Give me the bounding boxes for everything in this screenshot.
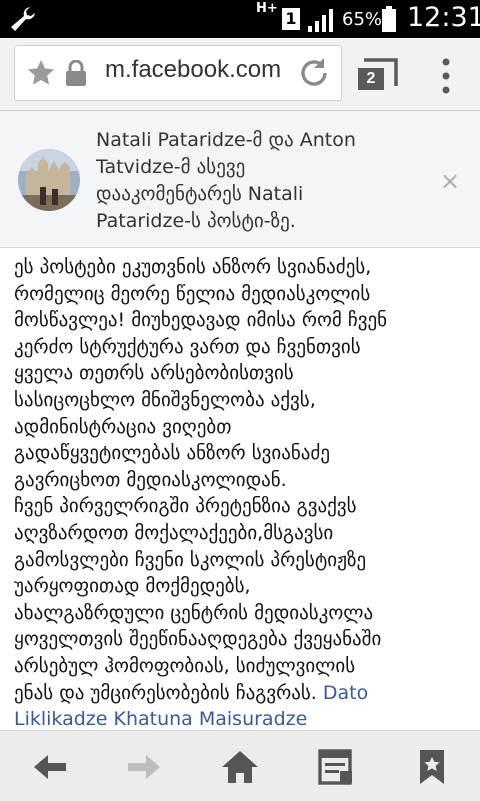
post-line: გავრიცხოთ მედიასკოლიდან. (14, 468, 287, 491)
reader-icon[interactable] (316, 749, 356, 785)
overflow-menu-icon[interactable] (436, 56, 456, 96)
battery-percent: 65% (342, 9, 383, 30)
url-text[interactable]: m.facebook.com (105, 56, 295, 84)
post-line: არსებულ ჰომოფობიას, სიძულვილის (14, 654, 356, 677)
comment-notification[interactable]: Natali Pataridze-მ და Anton Tatvidze-მ ა… (0, 111, 480, 248)
post-line-last: ენას და უმცირესობების ჩაგვრას. Dato (14, 680, 474, 707)
tagged-user-link[interactable]: Dato (323, 682, 368, 704)
notification-line: დააკომენტარეს Natali (96, 183, 304, 205)
post-line: გამოსვლები ჩვენი სკოლის პრესტიჟზე (14, 548, 367, 571)
post-line: ეს პოსტები ეკუთვნის ანზორ სვიანაძეს, (14, 256, 372, 278)
wrench-icon (11, 7, 35, 31)
post-line: უარყოფითად მოქმედებს, (14, 575, 251, 598)
post-line-links: Liklikadze Khatuna Maisuradze (14, 706, 474, 733)
sim-indicator: 1 (282, 8, 300, 30)
post-line: გადაწყვეტილებას ანზორ სვიანაძე (14, 442, 331, 465)
battery-icon (382, 6, 396, 32)
post-line: რომელიც მეორე წელია მედიასკოლის (14, 282, 371, 305)
post-body: ეს პოსტები ეკუთვნის ანზორ სვიანაძეს, რომ… (14, 254, 474, 733)
network-type-indicator: H+ (256, 1, 278, 16)
post-line: მოსწავლეა! მიუხედავად იმისა რომ ჩვენ (14, 309, 388, 332)
post-line: ადმინისტრაცია ვიღებთ (14, 415, 232, 438)
notification-text: Natali Pataridze-მ და Anton Tatvidze-მ ა… (96, 127, 426, 235)
star-icon[interactable] (27, 59, 55, 87)
post-line-text: ენას და უმცირესობების ჩაგვრას. (14, 681, 317, 704)
post-line: აღვზარდოთ მოქალაქეები,მსგავსი (14, 521, 334, 544)
home-icon[interactable] (220, 749, 260, 785)
back-arrow-icon[interactable] (30, 749, 70, 785)
clock: 12:31 (407, 2, 480, 33)
forward-arrow-icon[interactable] (124, 749, 164, 785)
post-line: ახალგაზრდული ცენტრის მედიასკოლა (14, 601, 374, 624)
notification-line: Natali Pataridze-მ და Anton (96, 129, 356, 151)
notification-line: Tatvidze-მ ასევე (96, 156, 246, 178)
browser-toolbar: m.facebook.com 2 (0, 38, 480, 111)
address-bar[interactable]: m.facebook.com (14, 45, 342, 101)
tabs-button[interactable]: 2 (352, 56, 398, 96)
post-line: ყველა თეთრს არსებობისთვის (14, 362, 294, 385)
bookmark-icon[interactable] (412, 749, 452, 785)
status-bar: H+ 1 65% 12:31 (0, 0, 480, 38)
tagged-users-link[interactable]: Liklikadze Khatuna Maisuradze (14, 708, 307, 730)
close-icon[interactable]: × (440, 167, 460, 195)
tab-count: 2 (358, 68, 384, 90)
post-line: ჩვენ პირველრიგში პრეტენზია გვაქვს (14, 495, 357, 518)
notification-line: Pataridze-ს პოსტი-ზე. (96, 210, 296, 232)
reload-icon[interactable] (297, 56, 331, 90)
post-line: ყოველთვის შეეწინააღდეგება ქვეყანაში (14, 628, 382, 651)
post-line: სასიცოცხლო მნიშვნელობა აქვს, (14, 388, 316, 411)
bottom-toolbar (0, 730, 480, 801)
post-line: კერძო სტრუქტურა ვართ და ჩვენთვის (14, 335, 361, 358)
avatar (18, 149, 80, 211)
signal-icon (308, 9, 333, 32)
lock-icon (66, 60, 86, 86)
